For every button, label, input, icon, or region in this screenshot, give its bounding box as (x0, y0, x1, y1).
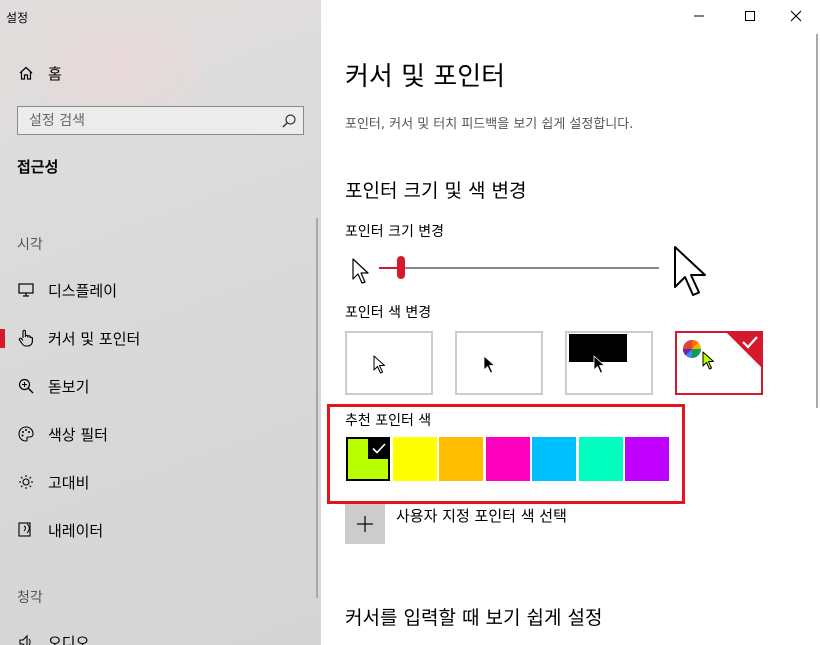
pointer-color-label: 포인터 색 변경 (345, 305, 432, 321)
nav-item-color-filters[interactable]: 색상 필터 (0, 414, 321, 454)
color-swatch[interactable] (485, 437, 530, 481)
color-swatch[interactable] (532, 437, 576, 481)
home-label: 홈 (48, 64, 62, 83)
navigation-pane: 설정 홈 접근성 시각 디스플레이 커서 및 포인터 돋보기 (0, 0, 321, 645)
accessibility-section-title: 접근성 (17, 158, 59, 176)
color-swatch[interactable] (346, 437, 390, 481)
cursor-hand-icon (17, 329, 35, 347)
search-input[interactable] (18, 107, 268, 134)
nav-item-audio[interactable]: 오디오 (0, 622, 321, 645)
vision-group-heading: 시각 (17, 237, 43, 253)
nav-item-narrator[interactable]: 내레이터 (0, 510, 321, 550)
large-pointer-icon (674, 246, 706, 296)
speaker-icon (17, 633, 35, 645)
page-title: 커서 및 포인터 (345, 62, 506, 92)
small-pointer-icon (352, 258, 369, 284)
pointer-size-slider-track[interactable] (379, 267, 659, 269)
color-swatch[interactable] (578, 437, 623, 481)
maximize-icon (745, 11, 755, 21)
maximize-button[interactable] (727, 0, 773, 32)
nav-item-display[interactable]: 디스플레이 (0, 270, 321, 310)
palette-icon (17, 425, 35, 443)
pointer-size-label: 포인터 크기 변경 (345, 224, 445, 240)
nav-scrollbar[interactable] (316, 218, 318, 598)
display-icon (17, 281, 35, 299)
narrator-icon (17, 521, 35, 539)
lime-pointer-icon (702, 351, 714, 370)
nav-item-label: 내레이터 (48, 521, 104, 540)
sun-icon (17, 473, 35, 491)
minimize-icon (694, 15, 704, 17)
color-wheel-icon (682, 339, 701, 358)
content-scrollbar[interactable] (816, 34, 818, 408)
nav-item-label: 고대비 (48, 473, 90, 492)
pointer-size-color-heading: 포인터 크기 및 색 변경 (345, 180, 527, 202)
nav-item-magnifier[interactable]: 돋보기 (0, 366, 321, 406)
nav-item-label: 돋보기 (48, 377, 90, 396)
black-pointer-icon (483, 355, 495, 374)
swatch-checkmark-icon (368, 437, 390, 459)
custom-color-button[interactable] (345, 504, 385, 544)
minimize-button[interactable] (676, 0, 722, 32)
close-icon (790, 10, 802, 22)
nav-item-label: 커서 및 포인터 (48, 329, 141, 348)
home-nav-item[interactable]: 홈 (0, 58, 321, 88)
close-button[interactable] (773, 0, 819, 32)
pointer-color-custom-option[interactable] (675, 331, 763, 395)
nav-item-label: 색상 필터 (48, 425, 108, 444)
pointer-size-slider-thumb[interactable] (397, 256, 406, 279)
color-swatch[interactable] (625, 437, 669, 481)
home-icon (17, 64, 35, 82)
plus-icon (357, 516, 373, 532)
magnifier-icon (17, 377, 35, 395)
nav-item-label: 오디오 (48, 633, 90, 645)
settings-search-box[interactable] (17, 106, 304, 135)
recommended-colors-label: 추천 포인터 색 (345, 413, 432, 429)
app-title: 설정 (6, 11, 29, 25)
pointer-color-black-option[interactable] (455, 331, 543, 395)
checkmark-icon (742, 336, 758, 349)
inverted-pointer-icon (593, 355, 605, 374)
nav-item-cursor-pointer[interactable]: 커서 및 포인터 (0, 318, 321, 358)
pointer-color-white-option[interactable] (345, 331, 433, 395)
custom-color-label[interactable]: 사용자 지정 포인터 색 선택 (396, 505, 567, 526)
color-swatch[interactable] (392, 437, 437, 481)
search-icon[interactable] (281, 113, 297, 129)
text-cursor-heading: 커서를 입력할 때 보기 쉽게 설정 (345, 607, 603, 629)
content-pane: 커서 및 포인터 포인터, 커서 및 터치 피드백을 보기 쉽게 설정합니다. … (321, 0, 820, 645)
nav-item-high-contrast[interactable]: 고대비 (0, 462, 321, 502)
nav-item-label: 디스플레이 (48, 281, 118, 300)
white-pointer-icon (373, 355, 385, 374)
hearing-group-heading: 청각 (17, 590, 43, 606)
page-description: 포인터, 커서 및 터치 피드백을 보기 쉽게 설정합니다. (345, 117, 634, 132)
color-swatch[interactable] (439, 437, 483, 481)
pointer-color-inverted-option[interactable] (565, 331, 653, 395)
